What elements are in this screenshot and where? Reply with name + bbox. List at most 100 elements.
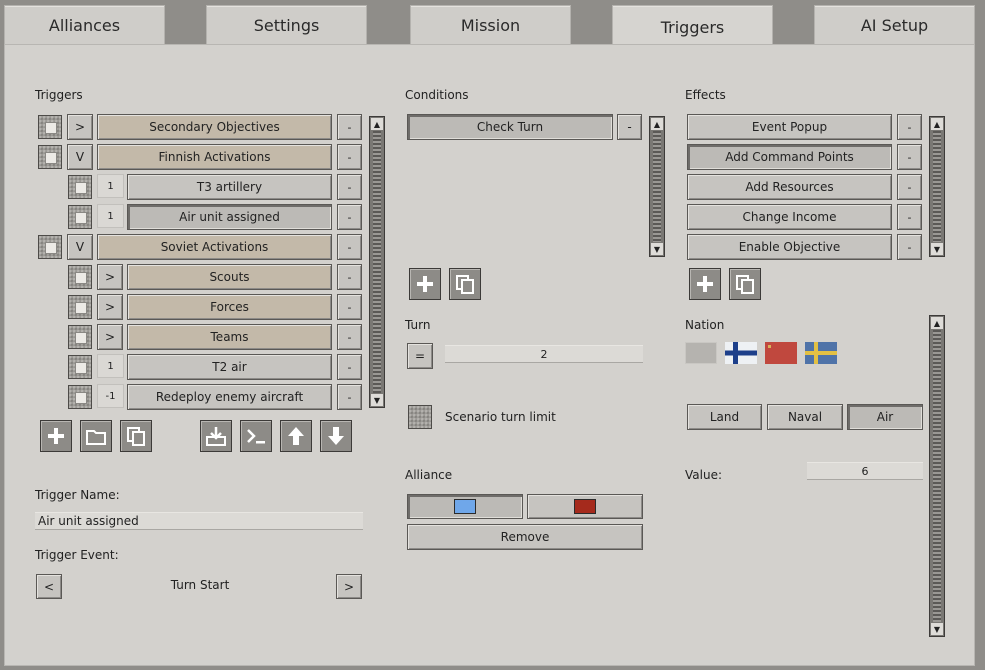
trigger-enabled-checkbox[interactable]: [38, 145, 62, 169]
trigger-name-field[interactable]: Air unit assigned: [35, 512, 363, 530]
trigger-expand-toggle[interactable]: >: [97, 324, 123, 350]
scroll-down-icon[interactable]: ▼: [371, 394, 383, 406]
move-down-button[interactable]: [320, 420, 352, 452]
tab-alliances[interactable]: Alliances: [4, 5, 165, 45]
tab-settings[interactable]: Settings: [206, 5, 367, 45]
trigger-enabled-checkbox[interactable]: [68, 385, 92, 409]
trigger-expand-toggle[interactable]: >: [67, 114, 93, 140]
trigger-item[interactable]: T3 artillery: [127, 174, 332, 200]
tab-ai-setup[interactable]: AI Setup: [814, 5, 975, 45]
trigger-remove-button[interactable]: -: [337, 324, 362, 350]
condition-item[interactable]: Check Turn: [407, 114, 613, 140]
effect-item[interactable]: Event Popup: [687, 114, 892, 140]
effect-remove-button[interactable]: -: [897, 234, 922, 260]
import-button[interactable]: [200, 420, 232, 452]
effect-remove-button[interactable]: -: [897, 174, 922, 200]
scroll-track[interactable]: [653, 131, 661, 242]
effect-item[interactable]: Add Resources: [687, 174, 892, 200]
sweden-flag-icon[interactable]: [805, 342, 837, 364]
trigger-remove-button[interactable]: -: [337, 354, 362, 380]
scroll-up-icon[interactable]: ▲: [371, 118, 383, 130]
trigger-item[interactable]: Scouts: [127, 264, 332, 290]
unit-type-land-button[interactable]: Land: [687, 404, 762, 430]
copy-condition-button[interactable]: [449, 268, 481, 300]
scroll-up-icon[interactable]: ▲: [931, 317, 943, 329]
add-effect-button[interactable]: [689, 268, 721, 300]
trigger-enabled-checkbox[interactable]: [68, 325, 92, 349]
scroll-down-icon[interactable]: ▼: [931, 243, 943, 255]
trigger-enabled-checkbox[interactable]: [68, 265, 92, 289]
trigger-enabled-checkbox[interactable]: [38, 235, 62, 259]
effect-item[interactable]: Add Command Points: [687, 144, 892, 170]
turn-operator-button[interactable]: =: [407, 343, 433, 369]
trigger-item[interactable]: Air unit assigned: [127, 204, 332, 230]
finland-flag-icon[interactable]: [725, 342, 757, 364]
trigger-event-next-button[interactable]: >: [336, 574, 362, 599]
copy-trigger-button[interactable]: [120, 420, 152, 452]
trigger-item[interactable]: T2 air: [127, 354, 332, 380]
trigger-event-prev-button[interactable]: <: [36, 574, 62, 599]
trigger-item[interactable]: Teams: [127, 324, 332, 350]
trigger-remove-button[interactable]: -: [337, 174, 362, 200]
trigger-remove-button[interactable]: -: [337, 144, 362, 170]
soviet-flag-icon[interactable]: [765, 342, 797, 364]
condition-remove-button[interactable]: -: [617, 114, 642, 140]
conditions-heading: Conditions: [405, 88, 469, 102]
trigger-remove-button[interactable]: -: [337, 114, 362, 140]
effect-remove-button[interactable]: -: [897, 144, 922, 170]
trigger-expand-toggle[interactable]: V: [67, 234, 93, 260]
effects-scrollbar[interactable]: ▲ ▼: [929, 116, 945, 257]
trigger-enabled-checkbox[interactable]: [38, 115, 62, 139]
unit-type-naval-button[interactable]: Naval: [767, 404, 843, 430]
copy-effect-button[interactable]: [729, 268, 761, 300]
trigger-item[interactable]: Finnish Activations: [97, 144, 332, 170]
trigger-item[interactable]: Forces: [127, 294, 332, 320]
trigger-remove-button[interactable]: -: [337, 234, 362, 260]
tab-triggers[interactable]: Triggers: [612, 5, 773, 49]
alliance-red-button[interactable]: [527, 494, 643, 519]
trigger-item[interactable]: Soviet Activations: [97, 234, 332, 260]
move-up-button[interactable]: [280, 420, 312, 452]
scroll-up-icon[interactable]: ▲: [651, 118, 663, 130]
tab-mission[interactable]: Mission: [410, 5, 571, 45]
trigger-enabled-checkbox[interactable]: [68, 295, 92, 319]
scroll-down-icon[interactable]: ▼: [931, 623, 943, 635]
trigger-item[interactable]: Secondary Objectives: [97, 114, 332, 140]
effect-remove-button[interactable]: -: [897, 114, 922, 140]
scroll-track[interactable]: [373, 131, 381, 393]
nation-none-flag-icon[interactable]: [685, 342, 717, 364]
trigger-enabled-checkbox[interactable]: [68, 355, 92, 379]
triggers-heading: Triggers: [35, 88, 83, 102]
scroll-track[interactable]: [933, 330, 941, 622]
trigger-expand-toggle[interactable]: >: [97, 294, 123, 320]
effect-remove-button[interactable]: -: [897, 204, 922, 230]
trigger-enabled-checkbox[interactable]: [68, 175, 92, 199]
trigger-enabled-checkbox[interactable]: [68, 205, 92, 229]
scroll-down-icon[interactable]: ▼: [651, 243, 663, 255]
value-field[interactable]: 6: [807, 462, 923, 480]
scroll-track[interactable]: [933, 131, 941, 242]
scroll-up-icon[interactable]: ▲: [931, 118, 943, 130]
scenario-turn-limit-checkbox[interactable]: [408, 405, 432, 429]
conditions-scrollbar[interactable]: ▲ ▼: [649, 116, 665, 257]
trigger-repeat-count: -1: [97, 384, 124, 408]
console-button[interactable]: [240, 420, 272, 452]
effect-settings-scrollbar[interactable]: ▲ ▼: [929, 315, 945, 637]
unit-type-air-button[interactable]: Air: [847, 404, 923, 430]
add-folder-button[interactable]: [80, 420, 112, 452]
alliance-blue-button[interactable]: [407, 494, 523, 519]
trigger-item[interactable]: Redeploy enemy aircraft: [127, 384, 332, 410]
trigger-list-scrollbar[interactable]: ▲ ▼: [369, 116, 385, 408]
effect-item[interactable]: Change Income: [687, 204, 892, 230]
trigger-expand-toggle[interactable]: >: [97, 264, 123, 290]
add-condition-button[interactable]: [409, 268, 441, 300]
turn-value-field[interactable]: 2: [445, 345, 643, 363]
remove-alliance-button[interactable]: Remove: [407, 524, 643, 550]
trigger-expand-toggle[interactable]: V: [67, 144, 93, 170]
trigger-remove-button[interactable]: -: [337, 294, 362, 320]
effect-item[interactable]: Enable Objective: [687, 234, 892, 260]
trigger-remove-button[interactable]: -: [337, 204, 362, 230]
trigger-remove-button[interactable]: -: [337, 264, 362, 290]
trigger-remove-button[interactable]: -: [337, 384, 362, 410]
add-trigger-button[interactable]: [40, 420, 72, 452]
